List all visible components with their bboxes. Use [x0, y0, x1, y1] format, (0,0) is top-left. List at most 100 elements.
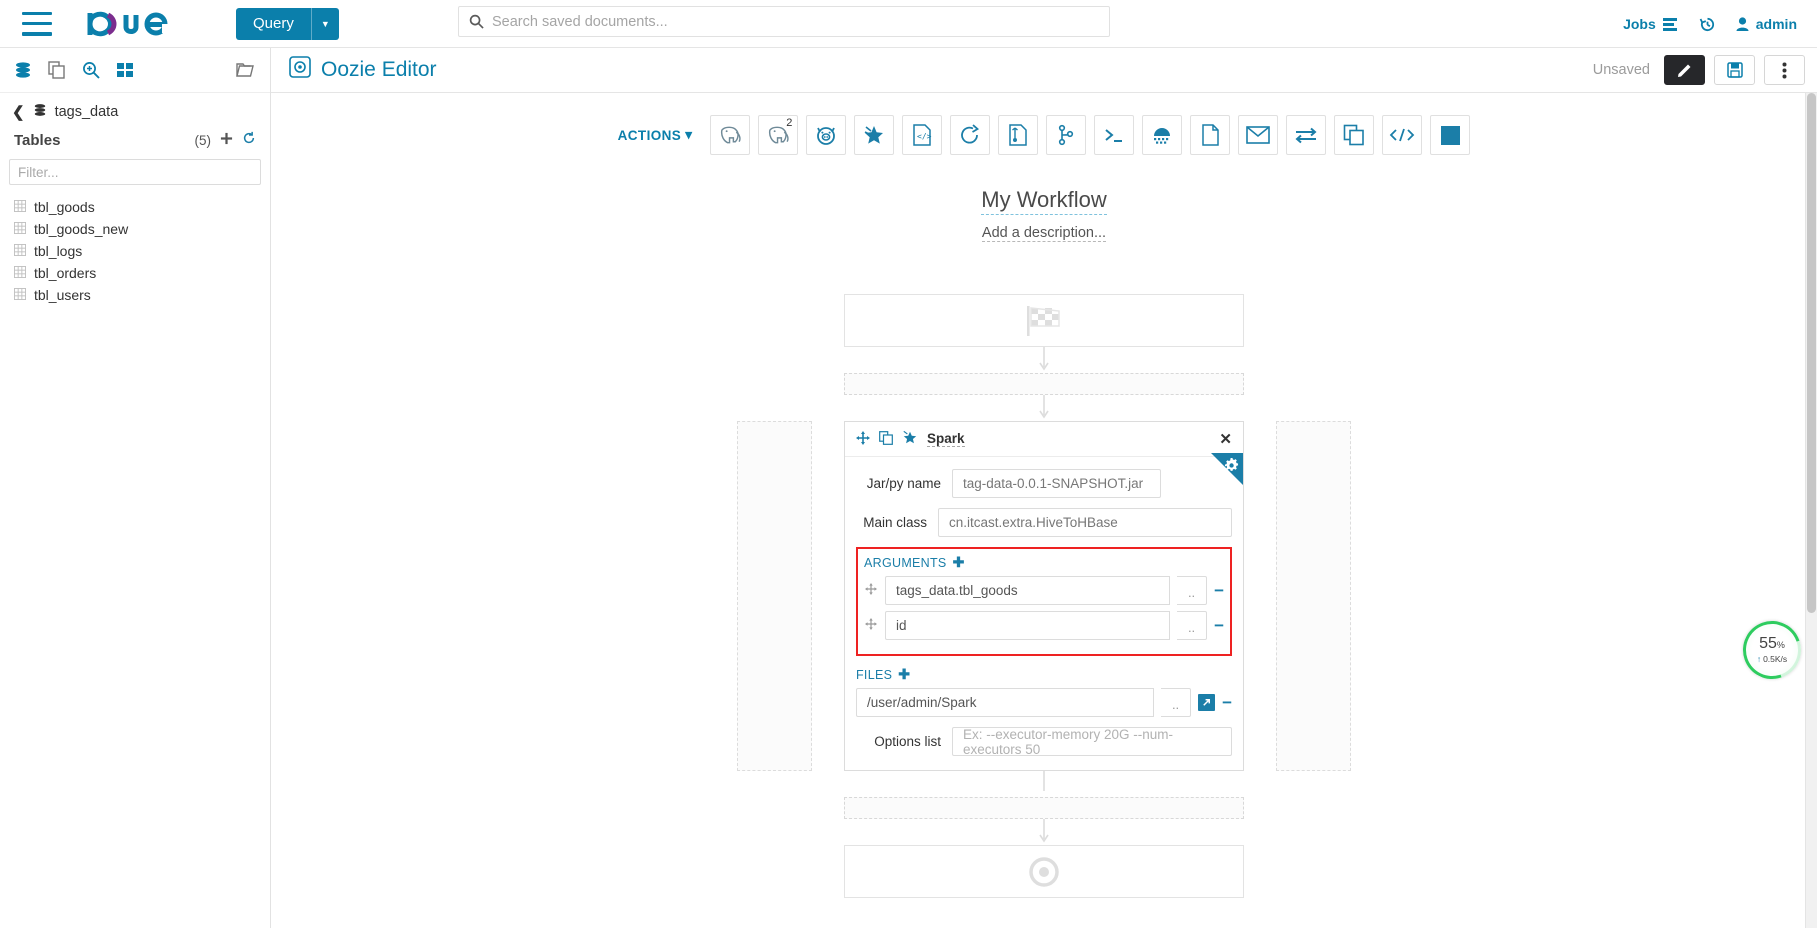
jar-name-input[interactable]: tag-data-0.0.1-SNAPSHOT.jar — [952, 469, 1161, 498]
table-name: tbl_users — [34, 287, 91, 303]
table-name: tbl_logs — [34, 243, 83, 259]
shell-prompt-icon — [1105, 129, 1123, 142]
action-hive-button[interactable] — [710, 115, 751, 155]
table-filter-input[interactable] — [18, 164, 252, 180]
argument-browse-button[interactable]: .. — [1177, 611, 1208, 640]
start-node[interactable] — [844, 294, 1244, 347]
back-chevron-icon[interactable]: ❮ — [12, 103, 25, 121]
hamburger-icon[interactable] — [22, 11, 52, 36]
page-title: Oozie Editor — [289, 56, 437, 84]
plus-icon[interactable] — [220, 132, 233, 149]
table-icon — [14, 265, 26, 281]
minus-icon[interactable]: − — [1214, 582, 1224, 599]
action-pig-button[interactable] — [806, 115, 847, 155]
pencil-icon — [1677, 64, 1690, 77]
search-bar[interactable] — [458, 6, 1110, 37]
vertical-scrollbar[interactable] — [1805, 93, 1817, 928]
action-fork-button[interactable] — [1046, 115, 1087, 155]
table-filter-box[interactable] — [9, 159, 261, 185]
actions-dropdown[interactable]: ACTIONS ▾ — [618, 127, 693, 143]
list-item[interactable]: tbl_orders — [0, 262, 270, 284]
external-link-icon[interactable] — [1198, 694, 1216, 711]
workflow-description[interactable]: Add a description... — [981, 225, 1107, 242]
action-copy-button[interactable] — [1334, 115, 1375, 155]
drop-zone-bottom[interactable] — [844, 797, 1244, 819]
jobs-icon — [1662, 17, 1677, 31]
drop-zone-right[interactable] — [1276, 421, 1351, 771]
gears-icon[interactable] — [1224, 457, 1241, 478]
close-icon[interactable]: ✕ — [1219, 430, 1232, 448]
argument-input[interactable]: id — [885, 611, 1171, 640]
query-dropdown-caret[interactable]: ▼ — [310, 7, 339, 40]
action-java-button[interactable]: </> — [902, 115, 943, 155]
actions-label: ACTIONS — [617, 127, 682, 143]
jobs-label: Jobs — [1623, 16, 1656, 32]
argument-browse-button[interactable]: .. — [1177, 576, 1208, 605]
action-spark-button[interactable] — [854, 115, 895, 155]
copy-icon[interactable] — [48, 61, 66, 79]
jobs-button[interactable]: Jobs — [1623, 16, 1679, 32]
action-ssh-button[interactable] — [1142, 115, 1183, 155]
drop-zone-top[interactable] — [844, 373, 1244, 395]
page-title-text: Oozie Editor — [321, 58, 437, 81]
plus-icon[interactable]: ✚ — [953, 554, 965, 571]
end-node[interactable] — [844, 845, 1244, 898]
file-browse-button[interactable]: .. — [1161, 688, 1192, 717]
more-options-button[interactable] — [1764, 55, 1805, 85]
scrollbar-thumb[interactable] — [1807, 93, 1816, 613]
refresh-icon[interactable] — [242, 131, 256, 149]
oozie-editor-icon — [289, 56, 311, 84]
arguments-label: ARGUMENTS — [864, 555, 947, 570]
list-item[interactable]: tbl_goods — [0, 196, 270, 218]
edit-button[interactable] — [1664, 55, 1705, 85]
user-label: admin — [1755, 16, 1797, 32]
action-sqoop-button[interactable] — [950, 115, 991, 155]
minus-icon[interactable]: − — [1222, 694, 1232, 711]
grid-icon[interactable] — [116, 61, 134, 79]
user-menu[interactable]: admin — [1736, 16, 1797, 32]
list-item[interactable]: tbl_logs — [0, 240, 270, 262]
action-email-button[interactable] — [1238, 115, 1279, 155]
action-fs-button[interactable] — [1190, 115, 1231, 155]
action-subworkflow-button[interactable] — [1286, 115, 1327, 155]
save-button[interactable] — [1714, 55, 1755, 85]
search-plus-icon[interactable] — [82, 61, 100, 79]
search-input[interactable] — [492, 13, 1099, 30]
copy-icon[interactable] — [879, 430, 893, 448]
action-shell-button[interactable] — [1094, 115, 1135, 155]
history-button[interactable] — [1699, 16, 1716, 33]
argument-input[interactable]: tags_data.tbl_goods — [885, 576, 1171, 605]
list-item[interactable]: tbl_users — [0, 284, 270, 306]
sqoop-circle-icon — [961, 124, 980, 144]
pig-icon — [817, 127, 836, 145]
ssh-icon — [1154, 128, 1171, 144]
database-stack-icon — [33, 103, 47, 121]
hue-logo[interactable] — [86, 9, 194, 39]
chevron-down-icon: ▾ — [685, 127, 693, 142]
database-icon[interactable] — [14, 61, 32, 79]
main-class-input[interactable]: cn.itcast.extra.HiveToHBase — [938, 508, 1232, 537]
spark-star-icon — [902, 430, 918, 448]
action-xml-button[interactable] — [1382, 115, 1423, 155]
action-stop-button[interactable] — [1430, 115, 1471, 155]
workflow-title[interactable]: My Workflow — [981, 187, 1107, 215]
folder-icon[interactable] — [236, 61, 256, 79]
move-arrows-icon[interactable] — [856, 430, 870, 448]
query-button[interactable]: Query ▼ — [236, 7, 339, 40]
action-distcp-button[interactable] — [998, 115, 1039, 155]
plus-icon[interactable]: ✚ — [898, 666, 910, 683]
file-path-input[interactable]: /user/admin/Spark — [856, 688, 1155, 717]
options-list-label: Options list — [874, 734, 941, 749]
options-list-input[interactable]: Ex: --executor-memory 20G --num-executor… — [952, 727, 1232, 757]
minus-icon[interactable]: − — [1214, 617, 1224, 634]
spark-node-name[interactable]: Spark — [927, 431, 965, 447]
drop-zone-left[interactable] — [737, 421, 812, 771]
list-item[interactable]: tbl_goods_new — [0, 218, 270, 240]
network-speed-widget[interactable]: 55% ↑ 0.5K/s — [1733, 611, 1811, 689]
tables-label: Tables — [14, 131, 61, 149]
move-arrows-icon[interactable] — [864, 583, 878, 598]
checkered-flag-icon — [1027, 305, 1060, 336]
action-hive2-button[interactable]: 2 — [758, 115, 799, 155]
database-breadcrumb[interactable]: ❮ tags_data — [0, 93, 270, 125]
move-arrows-icon[interactable] — [864, 618, 878, 633]
